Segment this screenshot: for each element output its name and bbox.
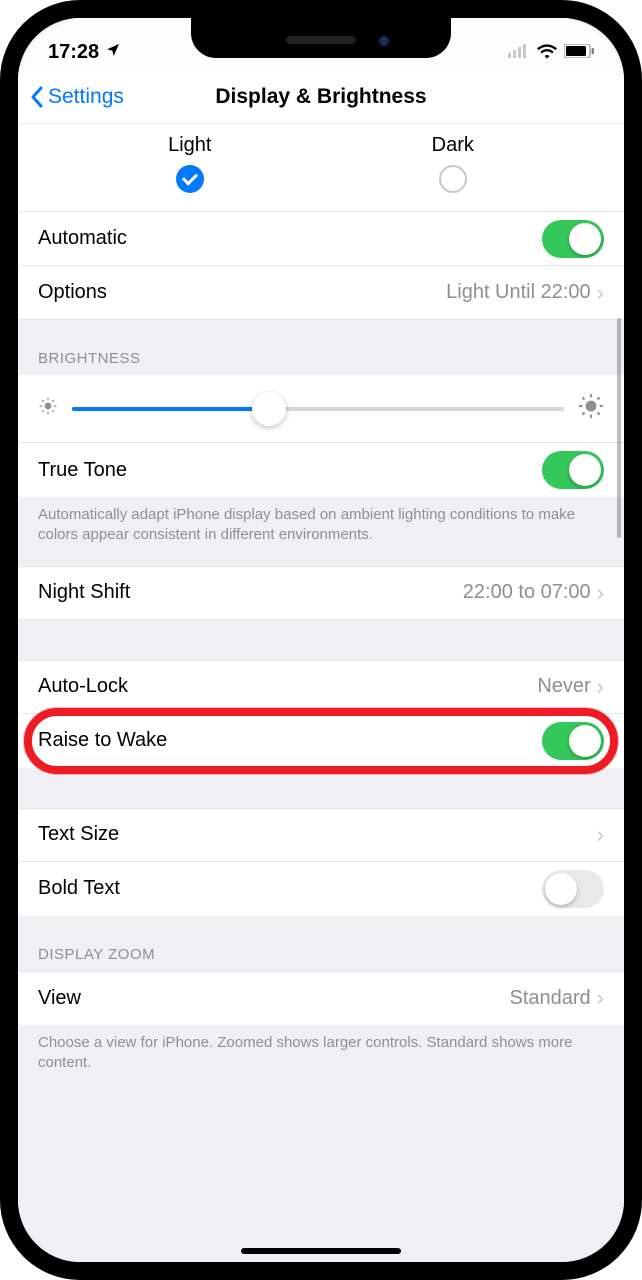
view-value: Standard — [510, 987, 591, 1010]
raise-to-wake-label: Raise to Wake — [38, 729, 542, 752]
night-shift-row[interactable]: Night Shift 22:00 to 07:00 › — [18, 566, 624, 620]
brightness-slider-row — [18, 375, 624, 443]
appearance-mode-row: Light Dark — [18, 124, 624, 212]
night-shift-value: 22:00 to 07:00 — [463, 581, 591, 604]
sun-small-icon — [38, 396, 58, 421]
light-mode-label: Light — [168, 134, 211, 157]
view-label: View — [38, 987, 510, 1010]
brightness-slider[interactable] — [72, 407, 564, 411]
status-time: 17:28 — [48, 41, 99, 64]
auto-lock-value: Never — [537, 675, 590, 698]
auto-lock-label: Auto-Lock — [38, 675, 537, 698]
navigation-bar: Settings Display & Brightness — [18, 70, 624, 124]
bold-text-label: Bold Text — [38, 877, 542, 900]
auto-lock-row[interactable]: Auto-Lock Never › — [18, 660, 624, 714]
view-footer: Choose a view for iPhone. Zoomed shows l… — [18, 1025, 624, 1114]
chevron-right-icon: › — [597, 674, 604, 700]
text-size-row[interactable]: Text Size › — [18, 808, 624, 862]
true-tone-label: True Tone — [38, 459, 542, 482]
raise-to-wake-toggle[interactable] — [542, 722, 604, 760]
chevron-right-icon: › — [597, 580, 604, 606]
true-tone-row: True Tone — [18, 443, 624, 497]
bold-text-row: Bold Text — [18, 862, 624, 916]
dark-mode-label: Dark — [432, 134, 474, 157]
sun-large-icon — [578, 393, 604, 424]
automatic-toggle[interactable] — [542, 220, 604, 258]
options-label: Options — [38, 281, 446, 304]
true-tone-footer: Automatically adapt iPhone display based… — [18, 497, 624, 566]
bold-text-toggle[interactable] — [542, 870, 604, 908]
night-shift-label: Night Shift — [38, 581, 463, 604]
chevron-right-icon: › — [597, 985, 604, 1011]
chevron-right-icon: › — [597, 822, 604, 848]
true-tone-toggle[interactable] — [542, 451, 604, 489]
dark-mode-radio[interactable] — [439, 165, 467, 193]
device-notch — [191, 18, 451, 58]
content-scroll[interactable]: Light Dark Automatic Options Light Until… — [18, 124, 624, 1262]
text-size-label: Text Size — [38, 823, 597, 846]
light-mode-radio[interactable] — [176, 165, 204, 193]
chevron-right-icon: › — [597, 280, 604, 306]
raise-to-wake-row: Raise to Wake — [18, 714, 624, 768]
wifi-icon — [537, 43, 557, 64]
scroll-indicator — [617, 318, 621, 538]
view-row[interactable]: View Standard › — [18, 971, 624, 1025]
automatic-row: Automatic — [18, 212, 624, 266]
home-indicator[interactable] — [241, 1248, 401, 1254]
options-value: Light Until 22:00 — [446, 281, 591, 304]
cellular-icon — [508, 44, 530, 63]
automatic-label: Automatic — [38, 227, 542, 250]
location-icon — [105, 41, 121, 64]
battery-icon — [564, 44, 594, 63]
back-button[interactable]: Settings — [18, 85, 124, 109]
brightness-header: BRIGHTNESS — [18, 320, 624, 375]
display-zoom-header: DISPLAY ZOOM — [18, 916, 624, 971]
options-row[interactable]: Options Light Until 22:00 › — [18, 266, 624, 320]
back-label: Settings — [48, 85, 124, 109]
